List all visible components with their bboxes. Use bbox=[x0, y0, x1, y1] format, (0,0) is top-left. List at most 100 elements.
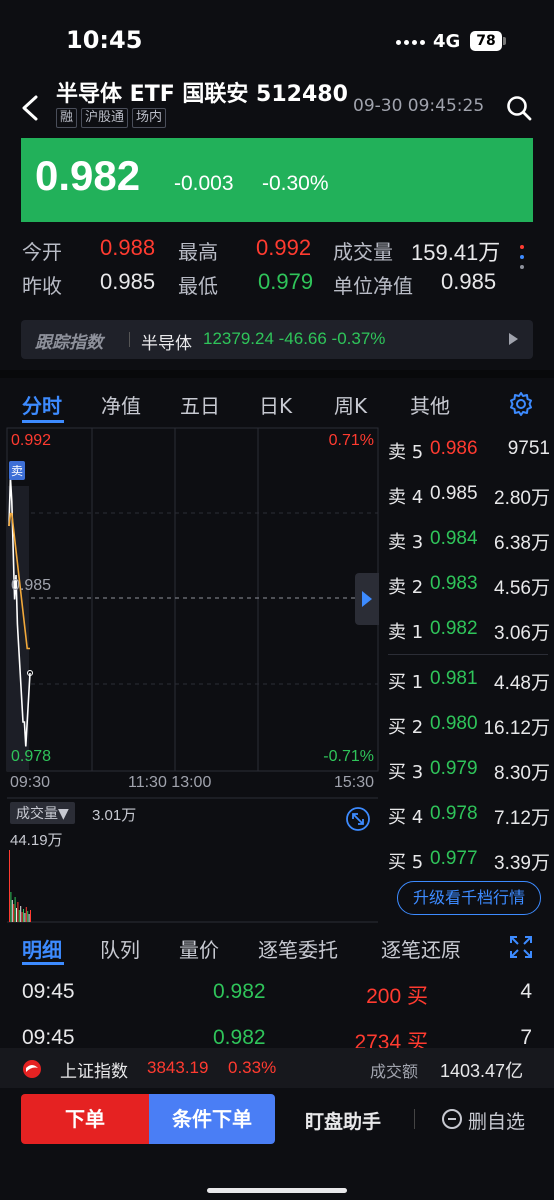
tab-volume-price[interactable]: 量价 bbox=[179, 934, 219, 963]
volume-label: 成交量 bbox=[333, 240, 393, 264]
y-axis-bottom: 0.978 bbox=[11, 748, 52, 765]
tab-tick-orders[interactable]: 逐笔委托 bbox=[258, 934, 338, 963]
tab-other[interactable]: 其他 bbox=[410, 390, 450, 419]
play-arrow-icon bbox=[509, 333, 518, 345]
tab-weekly-k[interactable]: 周K bbox=[334, 390, 367, 419]
trade-count: 4 bbox=[520, 980, 532, 1003]
x-axis-close: 15:30 bbox=[333, 774, 374, 791]
back-arrow-icon[interactable] bbox=[18, 94, 42, 122]
order-book: 卖 5 0.986 9751 卖 4 0.985 2.80万卖 3 0.984 6.38万卖 … bbox=[380, 426, 554, 926]
intraday-chart[interactable]: 0.992 0.71% 0.985 0.978 -0.71% 卖 09:30 1… bbox=[0, 426, 380, 926]
ask-volume: 6.38万 bbox=[494, 533, 550, 554]
conditional-order-button[interactable]: 条件下单 bbox=[149, 1094, 275, 1144]
tab-intraday[interactable]: 分时 bbox=[22, 390, 62, 419]
chart-svg bbox=[6, 427, 379, 923]
volume-indicator-select[interactable]: 成交量▼ bbox=[10, 802, 75, 824]
sell-marker[interactable]: 卖 bbox=[9, 461, 26, 480]
price-change-pct: -0.30% bbox=[262, 172, 329, 195]
place-order-button[interactable]: 下单 bbox=[21, 1094, 149, 1144]
trade-volume: 200 买 bbox=[366, 985, 428, 1008]
ask-row[interactable]: 卖 3 0.984 6.38万 bbox=[388, 528, 554, 558]
volume-bar bbox=[16, 908, 17, 922]
minus-circle-icon bbox=[442, 1109, 462, 1129]
ask-row[interactable]: 卖 1 0.982 3.06万 bbox=[388, 618, 554, 648]
ask-row[interactable]: 卖 2 0.983 4.56万 bbox=[388, 573, 554, 603]
open-label: 今开 bbox=[22, 240, 62, 264]
index-ticker-bar[interactable]: 上证指数 3843.19 0.33% 成交额 1403.47亿 bbox=[0, 1048, 554, 1088]
bid-level-label: 买 3 bbox=[388, 762, 424, 783]
tab-queue[interactable]: 队列 bbox=[100, 934, 140, 963]
bid-price: 0.978 bbox=[430, 803, 478, 824]
low-label: 最低 bbox=[178, 274, 218, 298]
volume-value: 159.41万 bbox=[411, 240, 501, 265]
fullscreen-icon[interactable] bbox=[509, 935, 533, 959]
upgrade-depth-button[interactable]: 升级看千档行情 bbox=[397, 881, 541, 915]
nav-value: 0.985 bbox=[441, 269, 497, 294]
bid-row[interactable]: 买 5 0.977 3.39万 bbox=[388, 848, 554, 878]
low-value: 0.979 bbox=[258, 269, 314, 294]
ask-price: 0.982 bbox=[430, 618, 478, 639]
bid-row[interactable]: 买 4 0.978 7.12万 bbox=[388, 803, 554, 833]
bid-volume: 16.12万 bbox=[483, 718, 550, 739]
bid-price: 0.979 bbox=[430, 758, 478, 779]
bid-volume: 4.48万 bbox=[494, 673, 550, 694]
volume-bar bbox=[20, 906, 22, 922]
tab-tick-replay[interactable]: 逐笔还原 bbox=[381, 934, 461, 963]
bid-row[interactable]: 买 1 0.981 4.48万 bbox=[388, 668, 554, 698]
tag-connect: 沪股通 bbox=[81, 108, 129, 128]
trade-price: 0.982 bbox=[213, 1026, 266, 1049]
bid-price: 0.980 bbox=[430, 713, 478, 734]
ask-price: 0.986 bbox=[430, 438, 478, 459]
home-indicator bbox=[207, 1188, 347, 1193]
orderbook-toggle[interactable] bbox=[355, 573, 379, 625]
volume-max: 44.19万 bbox=[10, 832, 63, 849]
tab-underline bbox=[22, 420, 64, 423]
turnover-value: 1403.47亿 bbox=[440, 1061, 524, 1081]
search-icon[interactable] bbox=[506, 95, 532, 121]
ask-level-label: 卖 3 bbox=[388, 532, 424, 553]
bottom-separator bbox=[414, 1109, 415, 1129]
open-value: 0.988 bbox=[100, 235, 156, 260]
bottom-action-bar: 下单 条件下单 盯盘助手 删自选 bbox=[0, 1088, 554, 1200]
bid-level-label: 买 1 bbox=[388, 672, 424, 693]
nav-label: 单位净值 bbox=[333, 274, 413, 298]
detail-tab-underline bbox=[22, 962, 64, 965]
bid-level-label: 买 5 bbox=[388, 852, 424, 873]
network-label: 4G bbox=[433, 31, 461, 52]
volume-bar bbox=[14, 897, 16, 922]
x-axis-open: 09:30 bbox=[10, 774, 51, 791]
tab-daily-k[interactable]: 日K bbox=[259, 390, 292, 419]
tracking-index-bar[interactable]: 跟踪指数 半导体 12379.24 -46.66 -0.37% bbox=[21, 320, 533, 359]
watch-assistant-button[interactable]: 盯盘助手 bbox=[305, 1107, 381, 1134]
ask-row[interactable]: 卖 5 0.986 9751 bbox=[388, 438, 554, 468]
status-time: 10:45 bbox=[66, 26, 143, 54]
ask-volume: 9751 bbox=[507, 438, 550, 459]
bid-row[interactable]: 买 3 0.979 8.30万 bbox=[388, 758, 554, 788]
bid-level-label: 买 2 bbox=[388, 717, 424, 738]
bid-volume: 7.12万 bbox=[494, 808, 550, 829]
y-axis-mid: 0.985 bbox=[11, 577, 52, 594]
tag-margin: 融 bbox=[56, 108, 78, 128]
tab-five-day[interactable]: 五日 bbox=[180, 390, 220, 419]
ask-volume: 2.80万 bbox=[494, 488, 550, 509]
bid-price: 0.977 bbox=[430, 848, 478, 869]
ask-row[interactable]: 卖 4 0.985 2.80万 bbox=[388, 483, 554, 513]
volume-bar bbox=[17, 902, 19, 922]
expand-icon[interactable] bbox=[345, 806, 371, 832]
price-banner: 0.982 -0.003 -0.30% bbox=[21, 138, 533, 222]
sse-logo-icon bbox=[23, 1060, 41, 1078]
tab-details[interactable]: 明细 bbox=[22, 934, 62, 963]
high-value: 0.992 bbox=[256, 235, 312, 260]
index-name: 上证指数 bbox=[60, 1062, 128, 1082]
index-change-pct: 0.33% bbox=[228, 1058, 277, 1077]
gear-icon[interactable] bbox=[508, 391, 534, 417]
ask-level-label: 卖 1 bbox=[388, 622, 424, 643]
volume-bar bbox=[24, 913, 26, 922]
y-axis-top: 0.992 bbox=[11, 432, 52, 449]
more-options-icon[interactable] bbox=[520, 245, 526, 275]
tracking-separator bbox=[129, 332, 130, 347]
volume-bar bbox=[28, 914, 30, 922]
bid-row[interactable]: 买 2 0.980 16.12万 bbox=[388, 713, 554, 743]
tab-nav[interactable]: 净值 bbox=[101, 390, 141, 419]
prev-close-value: 0.985 bbox=[100, 269, 156, 294]
